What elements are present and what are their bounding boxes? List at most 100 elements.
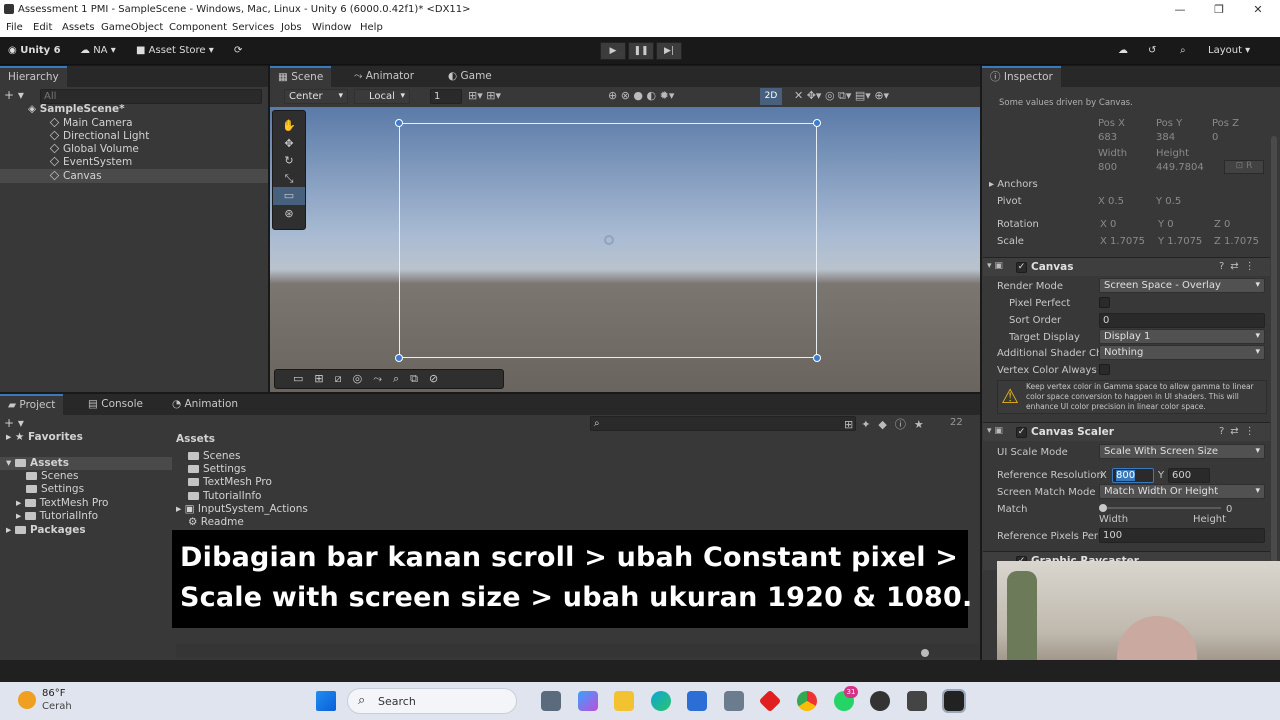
app-red-diamond-icon[interactable] <box>758 689 782 713</box>
component-menu-icons[interactable]: ?⇄⋮ <box>1219 426 1261 437</box>
file-explorer-icon[interactable] <box>614 691 634 711</box>
target-display-dropdown[interactable]: Display 1 <box>1099 329 1265 344</box>
tab-project[interactable]: ▰ Project <box>0 394 64 415</box>
hierarchy-item-directional-light[interactable]: Directional Light <box>49 130 149 142</box>
transform-tool-icon[interactable]: ⊛ <box>273 205 305 223</box>
asset-store-button[interactable]: ■ Asset Store ▾ <box>136 42 214 60</box>
obs-icon[interactable] <box>870 691 890 711</box>
match-slider-handle[interactable] <box>1099 504 1107 512</box>
unity-hub-icon[interactable] <box>907 691 927 711</box>
pivot-y-field[interactable]: Y 0.5 <box>1156 196 1181 207</box>
tree-item-tutorialinfo[interactable]: ▸ TutorialInfo <box>16 510 98 522</box>
tab-inspector[interactable]: ⓘ Inspector <box>982 66 1061 87</box>
component-menu-icons[interactable]: ?⇄⋮ <box>1219 261 1261 272</box>
tab-hierarchy[interactable]: Hierarchy <box>0 66 67 87</box>
tree-item-textmesh-pro[interactable]: ▸ TextMesh Pro <box>16 497 109 509</box>
ui-tools-overlay[interactable]: ▭⊞⧄◎⤳⌕⧉⊘ <box>274 369 504 389</box>
pivot-center-dropdown[interactable]: Center <box>284 89 348 104</box>
camera-icon[interactable] <box>724 691 744 711</box>
rotation-z-field[interactable]: Z 0 <box>1214 219 1230 230</box>
asset-readme[interactable]: ⚙ Readme <box>188 516 244 528</box>
add-object-button[interactable]: + ▾ <box>4 88 24 102</box>
rect-handle-top-left[interactable] <box>395 119 403 127</box>
menu-jobs[interactable]: Jobs <box>281 22 302 33</box>
menu-gameobject[interactable]: GameObject <box>101 22 163 33</box>
hand-tool-icon[interactable]: ✋ <box>273 117 305 135</box>
hierarchy-item-main-camera[interactable]: Main Camera <box>49 117 133 129</box>
menu-component[interactable]: Component <box>169 22 227 33</box>
weather-sun-icon[interactable] <box>18 691 36 709</box>
asset-settings[interactable]: Settings <box>188 463 246 475</box>
tab-game[interactable]: ◐ Game <box>440 66 500 87</box>
taskbar-search-box[interactable]: ⌕ Search <box>347 688 517 714</box>
pivot-x-field[interactable]: X 0.5 <box>1098 196 1124 207</box>
canvas-scaler-header[interactable]: ▾ ▣ ✓ Canvas Scaler ?⇄⋮ <box>983 422 1270 441</box>
hierarchy-item-global-volume[interactable]: Global Volume <box>49 143 139 155</box>
windows-start-icon[interactable] <box>316 691 336 711</box>
cloud-icon[interactable]: ☁ <box>1118 42 1128 60</box>
menu-window[interactable]: Window <box>312 22 351 33</box>
close-button[interactable]: ✕ <box>1238 0 1278 19</box>
grid-snap-field[interactable]: 1 <box>430 89 462 104</box>
vertex-color-checkbox[interactable] <box>1099 364 1110 375</box>
foldout-arrow-icon[interactable]: ▾ ▣ <box>987 261 1003 271</box>
task-view-icon[interactable] <box>541 691 561 711</box>
tab-animation[interactable]: ◔ Animation <box>164 394 246 415</box>
search-icon[interactable]: ⌕ <box>1180 42 1186 60</box>
tree-item-settings[interactable]: Settings <box>26 483 84 495</box>
weather-temp[interactable]: 86°F <box>42 688 65 699</box>
hierarchy-search-input[interactable]: All <box>40 89 262 104</box>
history-icon[interactable]: ↺ <box>1148 42 1156 60</box>
canvas-scaler-enabled-checkbox[interactable]: ✓ <box>1016 427 1027 438</box>
org-dropdown[interactable]: ☁ NA ▾ <box>80 42 116 60</box>
project-search-input[interactable]: ⌕ <box>590 416 856 431</box>
tab-console[interactable]: ▤ Console <box>80 394 151 415</box>
pivot-gizmo-icon[interactable] <box>604 235 614 245</box>
create-asset-button[interactable]: + ▾ <box>4 416 24 430</box>
menu-file[interactable]: File <box>6 22 23 33</box>
rect-tool-icon[interactable]: ▭ <box>273 187 305 205</box>
scale-y-field[interactable]: Y 1.7075 <box>1158 236 1202 247</box>
edge-icon[interactable] <box>651 691 671 711</box>
scene-root-item[interactable]: ◈ SampleScene* <box>28 103 125 115</box>
2d-toggle-button[interactable]: 2D <box>760 88 782 105</box>
match-value[interactable]: 0 <box>1226 504 1232 515</box>
scale-tool-icon[interactable]: ⤡ <box>273 170 305 188</box>
rect-handle-bottom-left[interactable] <box>395 354 403 362</box>
tab-scene[interactable]: ▦ Scene <box>270 66 332 87</box>
project-breadcrumb[interactable]: Assets <box>176 433 215 445</box>
scale-x-field[interactable]: X 1.7075 <box>1100 236 1145 247</box>
move-tool-icon[interactable]: ✥ <box>273 135 305 153</box>
asset-scenes[interactable]: Scenes <box>188 450 240 462</box>
layout-dropdown[interactable]: Layout ▾ <box>1208 42 1250 60</box>
rotation-y-field[interactable]: Y 0 <box>1158 219 1174 230</box>
tab-animator[interactable]: ⤳ Animator <box>346 66 422 87</box>
anchors-foldout[interactable]: ▸ Anchors <box>989 179 1038 190</box>
play-button[interactable]: ▶ <box>600 42 626 60</box>
scene-visibility-icons[interactable]: ✕ ✥▾ ◎ ⧉▾ ▤▾ ⊕▾ <box>794 89 889 103</box>
favorites-item[interactable]: ▸ ★ Favorites <box>6 431 83 443</box>
step-button[interactable]: ▶| <box>656 42 682 60</box>
reference-ppu-field[interactable]: 100 <box>1099 528 1265 543</box>
canvas-component-header[interactable]: ▾ ▣ ✓ Canvas ?⇄⋮ <box>983 257 1270 276</box>
sort-order-field[interactable]: 0 <box>1099 313 1265 328</box>
render-mode-dropdown[interactable]: Screen Space - Overlay <box>1099 278 1265 293</box>
rect-handle-bottom-right[interactable] <box>813 354 821 362</box>
menu-services[interactable]: Services <box>232 22 274 33</box>
menu-assets[interactable]: Assets <box>62 22 95 33</box>
grid-icon[interactable]: ⊞▾ ⊞▾ <box>468 89 501 102</box>
ui-scale-mode-dropdown[interactable]: Scale With Screen Size <box>1099 444 1265 459</box>
account-button[interactable]: ◉ Unity 6 <box>8 42 61 60</box>
asset-textmesh-pro[interactable]: TextMesh Pro <box>188 476 272 488</box>
hierarchy-item-eventsystem[interactable]: EventSystem <box>49 156 132 168</box>
asset-tutorialinfo[interactable]: TutorialInfo <box>188 490 261 502</box>
rect-handle-top-right[interactable] <box>813 119 821 127</box>
asset-inputsystem-actions[interactable]: ▸ ▣ InputSystem_Actions <box>176 503 308 515</box>
screen-match-mode-dropdown[interactable]: Match Width Or Height <box>1099 484 1265 499</box>
menu-help[interactable]: Help <box>360 22 383 33</box>
draw-mode-icons[interactable]: ⊕ ⊗ ● ◐ ✹▾ <box>608 89 674 102</box>
unity-editor-icon[interactable] <box>942 689 966 713</box>
scale-z-field[interactable]: Z 1.7075 <box>1214 236 1259 247</box>
pos-z-field[interactable]: 0 <box>1212 132 1218 143</box>
chrome-icon[interactable] <box>797 691 817 711</box>
